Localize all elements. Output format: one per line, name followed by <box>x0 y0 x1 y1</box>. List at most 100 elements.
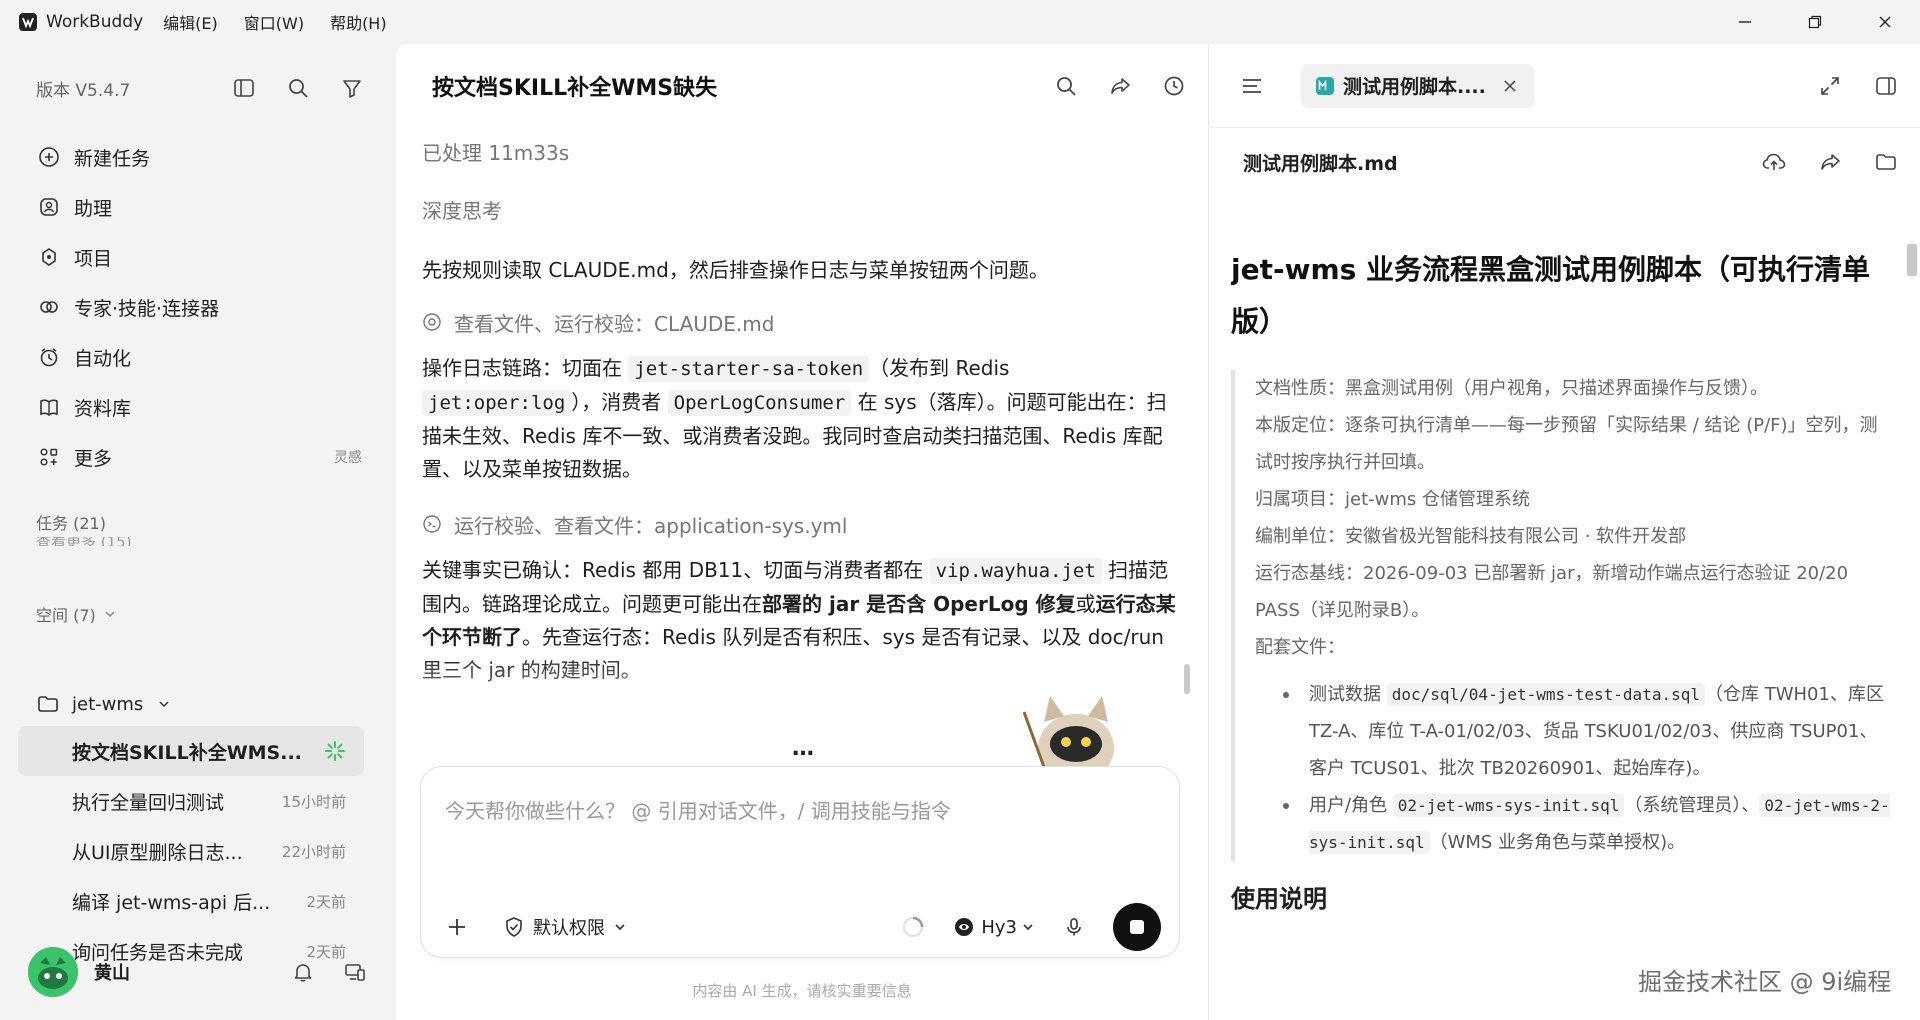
microphone-icon[interactable] <box>1061 914 1087 940</box>
tasks-section-label[interactable]: 任务 (21) <box>36 510 106 534</box>
task-title: 编译 jet-wms-api 后... <box>72 891 271 914</box>
nav-assistant[interactable]: 助理 <box>20 182 376 232</box>
menu-lines-icon[interactable] <box>1237 71 1267 101</box>
list-item: 用户/角色 02-jet-wms-sys-init.sql （系统管理员）、 02-… <box>1255 787 1891 861</box>
nav-label: 助理 <box>74 197 113 220</box>
model-logo-icon <box>953 916 975 938</box>
model-label: Hy3 <box>981 916 1017 938</box>
history-icon[interactable] <box>1160 72 1188 100</box>
folder-open-icon[interactable] <box>1873 149 1899 175</box>
chat-scrollbar-thumb[interactable] <box>1184 664 1190 694</box>
tool-call-label: 查看文件、运行校验：CLAUDE.md <box>454 311 775 336</box>
file-tab[interactable]: 测试用例脚本.... <box>1301 63 1534 108</box>
text: （系统管理员）、 <box>1624 795 1760 816</box>
space-count: 空间 (7) <box>36 606 96 625</box>
inspiration-link[interactable]: 灵感 <box>334 447 362 467</box>
nav-more[interactable]: 更多 灵感 <box>20 432 376 482</box>
assistant-message: 关键事实已确认：Redis 都用 DB11、切面与消费者都在 vip.wayhu… <box>422 554 1176 687</box>
chevron-down-icon <box>102 606 118 622</box>
tool-call-item[interactable]: 查看文件、运行校验：CLAUDE.md <box>422 298 1176 346</box>
text: 或 <box>1075 592 1096 616</box>
inline-code: 02-jet-wms-sys-init.sql <box>1392 794 1625 817</box>
task-item[interactable]: 从UI原型删除日志... 22小时前 <box>18 826 364 876</box>
restore-icon[interactable] <box>1780 0 1850 44</box>
plus-icon[interactable] <box>441 911 473 943</box>
workbuddy-logo-icon <box>18 12 38 32</box>
share-icon[interactable] <box>1817 149 1843 175</box>
inline-code: OperLogConsumer <box>667 390 852 416</box>
toggle-panel-icon[interactable] <box>1873 73 1899 99</box>
space-jet-wms[interactable]: jet-wms <box>36 684 185 724</box>
nav-label: 更多 <box>74 447 113 470</box>
menu-help[interactable]: 帮助(H) <box>330 10 387 34</box>
quote-line: 本版定位：逐条可执行清单——每一步预留「实际结果 / 结论 (P/F)」空列，测… <box>1255 415 1878 473</box>
nav-project[interactable]: 项目 <box>20 232 376 282</box>
toggle-sidebar-icon[interactable] <box>230 74 258 102</box>
task-item[interactable]: 编译 jet-wms-api 后... 2天前 <box>18 876 364 926</box>
task-item[interactable]: 执行全量回归测试 15小时前 <box>18 776 364 826</box>
assistant-message: 先按规则读取 CLAUDE.md，然后排查操作日志与菜单按钮两个问题。 <box>422 258 1049 282</box>
close-window-icon[interactable] <box>1850 0 1920 44</box>
task-list: 按文档SKILL补全WMS... 执行全量回归测试 15小时前 从UI原型删除日… <box>18 726 364 976</box>
preview-scrollbar[interactable] <box>1907 200 1917 1000</box>
close-tab-icon[interactable] <box>1500 76 1520 96</box>
markdown-file-icon <box>1315 76 1335 96</box>
nav-new-task[interactable]: 新建任务 <box>20 132 376 182</box>
nav-library[interactable]: 资料库 <box>20 382 376 432</box>
nav-experts[interactable]: 专家·技能·连接器 <box>20 282 376 332</box>
task-time: 22小时前 <box>281 842 346 861</box>
stop-button[interactable] <box>1113 903 1161 951</box>
quote-line: 配套文件： <box>1255 637 1345 658</box>
text: （发布到 Redis <box>869 356 1010 380</box>
inline-code: jet-starter-sa-token <box>628 356 870 382</box>
window-controls <box>1710 0 1920 44</box>
chat-panel: 按文档SKILL补全WMS缺失 已处理 11m33s 深度思考 先按规则读取 C… <box>396 44 1208 1020</box>
title-bar: WorkBuddy 编辑(E) 窗口(W) 帮助(H) <box>0 0 1920 44</box>
sidebar-header: 版本 V5.4.7 <box>36 74 366 102</box>
inline-code: vip.wayhua.jet <box>929 558 1102 584</box>
nav-label: 资料库 <box>74 397 132 420</box>
task-title: 从UI原型删除日志... <box>72 841 243 864</box>
minimize-icon[interactable] <box>1710 0 1780 44</box>
folder-icon <box>36 692 60 716</box>
watermark: 掘金技术社区 @ 9i编程 <box>1638 968 1892 996</box>
search-icon[interactable] <box>1052 72 1080 100</box>
search-icon[interactable] <box>284 74 312 102</box>
task-item-active[interactable]: 按文档SKILL补全WMS... <box>18 726 364 776</box>
tasks-count: 任务 (21) <box>36 514 106 533</box>
doc-blockquote: 文档性质：黑盒测试用例（用户视角，只描述界面操作与反馈）。 本版定位：逐条可执行… <box>1231 370 1891 861</box>
upload-cloud-icon[interactable] <box>1761 149 1787 175</box>
deep-thinking-toggle[interactable]: 深度思考 <box>422 192 1176 250</box>
permission-selector[interactable]: 默认权限 <box>503 914 627 940</box>
markdown-document: jet-wms 业务流程黑盒测试用例脚本（可执行清单版） 文档性质：黑盒测试用例… <box>1231 244 1891 1020</box>
input-toolbar: 默认权限 Hy3 <box>441 903 1161 951</box>
preview-scrollbar-thumb[interactable] <box>1907 244 1917 276</box>
chat-scrollbar[interactable] <box>1182 134 1192 794</box>
chevron-down-icon <box>1021 920 1035 934</box>
nav-label: 专家·技能·连接器 <box>74 297 220 320</box>
text: 操作日志链路：切面在 <box>422 356 629 380</box>
model-selector[interactable]: Hy3 <box>953 916 1035 938</box>
chat-input-placeholder[interactable]: 今天帮你做些什么？ @ 引用对话文件，/ 调用技能与指令 <box>445 795 951 824</box>
tasks-more-link[interactable]: 查看更多 (15) <box>36 537 132 546</box>
tool-call-item[interactable]: 运行校验、查看文件：application-sys.yml <box>422 500 1176 548</box>
doc-list: 测试数据 doc/sql/04-jet-wms-test-data.sql （仓库… <box>1255 676 1891 861</box>
filter-icon[interactable] <box>338 74 366 102</box>
sidebar-nav: 新建任务 助理 项目 专家·技能·连接器 自动化 资料库 更多 灵感 <box>20 132 376 482</box>
avatar[interactable] <box>28 947 78 997</box>
share-icon[interactable] <box>1106 72 1134 100</box>
devices-icon[interactable] <box>342 959 368 985</box>
menu-edit[interactable]: 编辑(E) <box>163 10 218 34</box>
space-section-label[interactable]: 空间 (7) <box>36 602 118 626</box>
eye-icon <box>422 312 442 332</box>
file-header: 测试用例脚本.md <box>1243 144 1899 180</box>
menu-window[interactable]: 窗口(W) <box>244 10 304 34</box>
bell-icon[interactable] <box>290 959 316 985</box>
assistant-message: 操作日志链路：切面在 jet-starter-sa-token （发布到 Redi… <box>422 352 1176 486</box>
expand-icon[interactable] <box>1817 73 1843 99</box>
version-label: 版本 V5.4.7 <box>36 80 131 101</box>
nav-automation[interactable]: 自动化 <box>20 332 376 382</box>
task-time: 2天前 <box>306 892 346 911</box>
list-item: 测试数据 doc/sql/04-jet-wms-test-data.sql （仓库… <box>1255 676 1891 787</box>
chat-input-box[interactable]: 今天帮你做些什么？ @ 引用对话文件，/ 调用技能与指令 默认权限 Hy3 <box>420 766 1180 958</box>
